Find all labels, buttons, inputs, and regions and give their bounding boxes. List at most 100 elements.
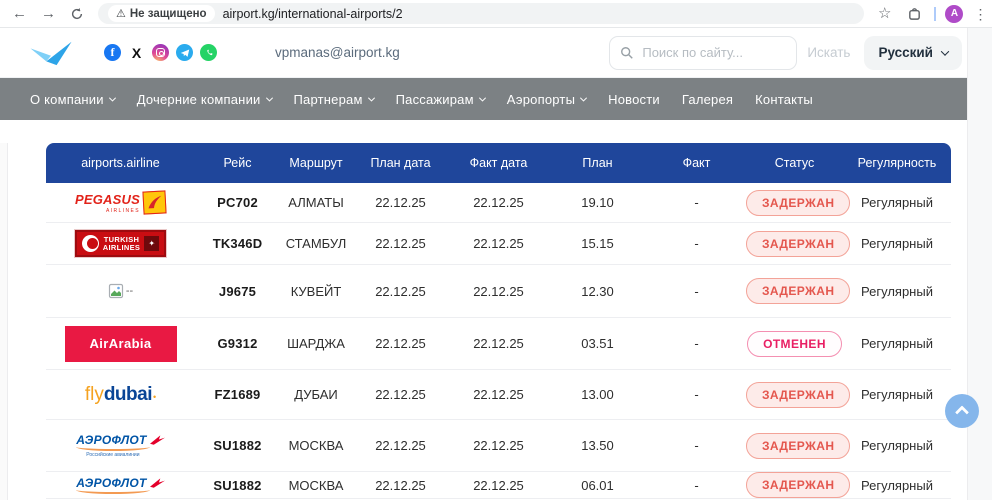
- aeroflot-logo: АЭРОФЛОТ: [76, 476, 164, 494]
- scroll-to-top-button[interactable]: [945, 394, 979, 428]
- regularity: Регулярный: [843, 195, 951, 210]
- regularity: Регулярный: [843, 387, 951, 402]
- col-airline: airports.airline: [46, 156, 195, 170]
- plan-date: 22.12.25: [352, 336, 449, 351]
- plan-time: 13.50: [548, 438, 647, 453]
- route: КУВЕЙТ: [280, 284, 352, 299]
- whatsapp-icon[interactable]: [200, 44, 217, 61]
- aeroflot-swoosh: [76, 443, 150, 451]
- flight-number: SU1882: [195, 438, 280, 453]
- aeroflot-wing-icon: [150, 478, 165, 488]
- security-label: Не защищено: [130, 8, 207, 20]
- site-header: f X vpmanas@airport.kg Искать Русский: [0, 28, 992, 78]
- language-label: Русский: [878, 45, 933, 60]
- reload-icon[interactable]: [70, 7, 84, 21]
- x-twitter-icon[interactable]: X: [128, 44, 145, 61]
- search-input[interactable]: [642, 45, 772, 60]
- forward-icon[interactable]: →: [41, 6, 56, 21]
- route: МОСКВА: [280, 478, 352, 493]
- nav-item-contacts[interactable]: Контакты: [755, 92, 813, 107]
- table-row: PEGASUS AIRLINES PC702 АЛМАТЫ 22.12.25 2…: [46, 183, 951, 223]
- table-row: AirArabia G9312 ШАРДЖА 22.12.25 22.12.25…: [46, 318, 951, 370]
- fact-time: -: [647, 387, 746, 402]
- table-row: -- J9675 КУВЕЙТ 22.12.25 22.12.25 12.30 …: [46, 265, 951, 318]
- page-content: airports.airline Рейс Маршрут План дата …: [0, 143, 992, 500]
- status-badge: ЗАДЕРЖАН: [746, 472, 850, 498]
- search-submit-button[interactable]: Искать: [807, 45, 850, 60]
- profile-avatar[interactable]: A: [945, 5, 963, 23]
- search-box[interactable]: [609, 36, 797, 70]
- chevron-down-icon: [941, 47, 949, 55]
- flight-number: G9312: [195, 336, 280, 351]
- table-header-row: airports.airline Рейс Маршрут План дата …: [46, 143, 951, 183]
- flight-number: SU1882: [195, 478, 280, 493]
- flight-number: FZ1689: [195, 387, 280, 402]
- regularity: Регулярный: [843, 284, 951, 299]
- fact-date: 22.12.25: [449, 478, 548, 493]
- plan-date: 22.12.25: [352, 284, 449, 299]
- nav-item-partners[interactable]: Партнерам: [294, 92, 374, 107]
- nav-item-passengers[interactable]: Пассажирам: [396, 92, 485, 107]
- fact-time: -: [647, 478, 746, 493]
- turkish-flag-icon: ✦: [144, 236, 159, 251]
- plan-time: 03.51: [548, 336, 647, 351]
- plan-date: 22.12.25: [352, 195, 449, 210]
- plan-date: 22.12.25: [352, 478, 449, 493]
- table-row: TURKISH AIRLINES ✦ TK346D СТАМБУЛ 22.12.…: [46, 223, 951, 265]
- turkish-crescent-icon: [82, 235, 99, 252]
- air-arabia-logo: AirArabia: [65, 326, 177, 362]
- nav-item-subsidiaries[interactable]: Дочерние компании: [137, 92, 272, 107]
- telegram-icon[interactable]: [176, 44, 193, 61]
- fact-time: -: [647, 336, 746, 351]
- status-badge: ЗАДЕРЖАН: [746, 433, 850, 459]
- fact-date: 22.12.25: [449, 195, 548, 210]
- browser-chrome: ← → ⚠ Не защищено airport.kg/internation…: [0, 0, 992, 28]
- col-plan-date: План дата: [352, 156, 449, 170]
- regularity: Регулярный: [843, 336, 951, 351]
- security-chip[interactable]: ⚠ Не защищено: [108, 5, 215, 22]
- social-links: f X: [104, 44, 217, 61]
- chevron-down-icon: [368, 94, 375, 101]
- chevron-down-icon: [479, 94, 486, 101]
- scrollbar[interactable]: [967, 28, 992, 500]
- col-fact-date: Факт дата: [449, 156, 548, 170]
- fact-date: 22.12.25: [449, 284, 548, 299]
- col-fact-time: Факт: [647, 156, 746, 170]
- col-flight: Рейс: [195, 156, 280, 170]
- status-badge: ЗАДЕРЖАН: [746, 190, 850, 216]
- regularity: Регулярный: [843, 478, 951, 493]
- fact-time: -: [647, 195, 746, 210]
- search-icon: [620, 46, 634, 60]
- status-badge: ОТМЕНЕН: [747, 331, 842, 357]
- airport-bird-logo[interactable]: [28, 39, 74, 67]
- back-icon[interactable]: ←: [12, 6, 27, 21]
- nav-item-airports[interactable]: Аэропорты: [507, 92, 586, 107]
- regularity: Регулярный: [843, 438, 951, 453]
- nav-item-news[interactable]: Новости: [608, 92, 660, 107]
- instagram-icon[interactable]: [152, 44, 169, 61]
- fact-time: -: [647, 236, 746, 251]
- nav-item-about[interactable]: О компании: [30, 92, 115, 107]
- plan-time: 19.10: [548, 195, 647, 210]
- nav-item-gallery[interactable]: Галерея: [682, 92, 733, 107]
- url-text[interactable]: airport.kg/international-airports/2: [223, 7, 403, 21]
- pegasus-horse-icon: [142, 190, 166, 214]
- chrome-menu-icon[interactable]: ⋮: [973, 7, 987, 21]
- status-badge: ЗАДЕРЖАН: [746, 278, 850, 304]
- flights-table: airports.airline Рейс Маршрут План дата …: [46, 143, 951, 499]
- language-selector[interactable]: Русский: [864, 36, 962, 70]
- fact-date: 22.12.25: [449, 438, 548, 453]
- url-bar[interactable]: ⚠ Не защищено airport.kg/international-a…: [98, 3, 864, 24]
- extensions-icon[interactable]: [907, 6, 922, 21]
- plan-date: 22.12.25: [352, 387, 449, 402]
- chevron-down-icon: [580, 94, 587, 101]
- aeroflot-swoosh: [76, 486, 150, 494]
- turkish-airlines-logo: TURKISH AIRLINES ✦: [75, 230, 166, 257]
- regularity: Регулярный: [843, 236, 951, 251]
- bookmark-star-icon[interactable]: ☆: [878, 6, 891, 21]
- contact-email[interactable]: vpmanas@airport.kg: [275, 45, 400, 60]
- facebook-icon[interactable]: f: [104, 44, 121, 61]
- route: ДУБАИ: [280, 387, 352, 402]
- table-row: flydubai• FZ1689 ДУБАИ 22.12.25 22.12.25…: [46, 370, 951, 420]
- flydubai-logo: flydubai•: [85, 384, 156, 406]
